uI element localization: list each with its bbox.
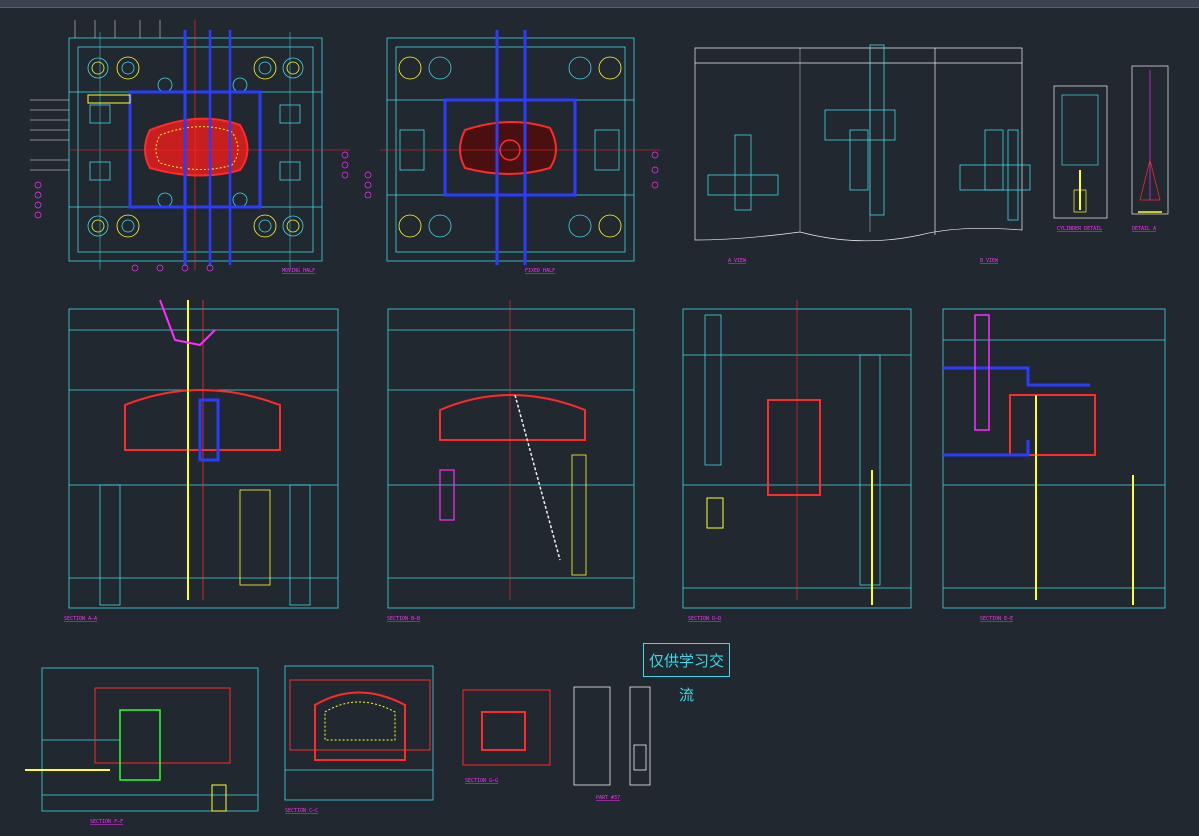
section-aa-core [124,299,281,600]
label-a-view: A VIEW [728,258,747,264]
label-section-ff: SECTION F—F [90,819,123,825]
label-b-view: B VIEW [980,258,999,264]
label-detail-a: DETAIL A [1132,226,1156,232]
label-section-ee: SECTION E—E [980,616,1013,622]
part-37 [573,686,651,786]
label-moving-half: MOVING HALF [282,268,315,274]
detail-a [1131,65,1169,215]
section-cc-core [289,679,431,761]
cad-drawing-canvas[interactable]: MOVING HALF FIXED HALF A VIEW B VIEW CYL… [0,0,1199,836]
watermark-text: 仅供学习交流 [643,643,730,704]
label-section-aa: SECTION A—A [64,616,97,622]
section-dd-core [706,300,873,605]
section-ee [942,308,1166,609]
label-section-dd: SECTION D—D [688,616,721,622]
label-section-gg: SECTION G—G [465,778,498,784]
fixed-half-cavity [380,30,660,265]
a-view-b-view [694,47,1023,242]
section-bb-core [439,300,586,600]
section-cc [284,665,434,801]
label-section-cc: SECTION C—C [285,808,318,814]
section-bb [387,308,635,609]
label-cylinder-detail: CYLINDER DETAIL [1057,226,1102,232]
label-fixed-half: FIXED HALF [525,268,555,274]
moving-half-cavity [69,20,350,270]
section-ee-core [943,314,1134,605]
label-part-37: PART #37 [596,795,620,801]
section-ff-core [25,687,231,812]
section-gg [462,689,551,766]
label-section-bb: SECTION B—B [387,616,420,622]
cylinder-detail [1053,85,1108,219]
a-view-details [707,44,1031,221]
